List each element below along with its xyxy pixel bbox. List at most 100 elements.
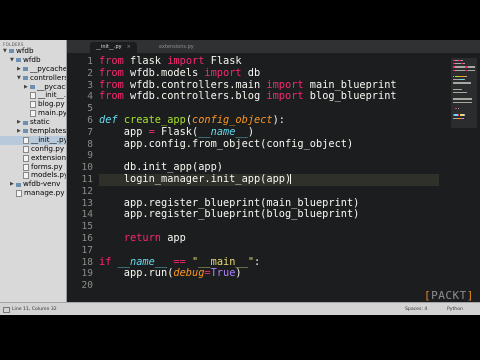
code-token: main_blueprint <box>303 78 397 91</box>
line-number: 10 <box>81 162 93 174</box>
line-number: 17 <box>81 244 93 256</box>
tree-item-label: __pycache__ <box>37 81 66 91</box>
disclosure-closed-icon[interactable]: ▶ <box>17 65 21 74</box>
file-icon <box>23 172 29 180</box>
line-number: 7 <box>87 126 93 138</box>
code-token: import <box>266 90 304 103</box>
code-token: wfdb.models <box>123 66 205 79</box>
tree-item-label: static <box>30 117 50 127</box>
line-number: 11 <box>81 173 93 185</box>
letterbox-bottom <box>0 315 480 360</box>
tab-label: extensions.py <box>159 44 194 50</box>
video-frame: FOLDERS ▼wfdb▼wfdb▶__pycache__▼controlle… <box>0 0 480 360</box>
code-token: ) <box>235 267 242 280</box>
line-number: 15 <box>81 221 93 233</box>
line-number: 9 <box>87 150 93 162</box>
letterbox-top <box>0 0 480 40</box>
line-number: 6 <box>87 114 93 126</box>
disclosure-open-icon[interactable]: ▼ <box>10 56 14 65</box>
minimap[interactable] <box>451 58 477 128</box>
code-token: flask <box>123 55 168 67</box>
code-token: config_object <box>192 113 273 126</box>
line-number: 19 <box>81 268 93 280</box>
code-token: wfdb.controllers.main <box>123 78 267 91</box>
code-token: from <box>99 66 124 79</box>
code-line[interactable]: app.register_blueprint(blog_blueprint) <box>99 208 439 221</box>
tree-item-label: templates <box>30 126 67 136</box>
code-token: app <box>99 125 149 138</box>
tab-extensions-py[interactable]: extensions.py <box>153 42 200 53</box>
close-tab-icon[interactable]: × <box>127 44 131 50</box>
disclosure-closed-icon[interactable]: ▶ <box>24 83 28 92</box>
minimap-segment <box>465 76 467 78</box>
code-token: ) <box>247 125 255 138</box>
file-tree: ▼wfdb▼wfdb▶__pycache__▼controllers▶__pyc… <box>0 46 67 198</box>
tree-item[interactable]: manage.py <box>0 188 66 198</box>
disclosure-closed-icon[interactable]: ▶ <box>17 127 21 136</box>
line-number: 4 <box>87 91 93 103</box>
panel-toggle-icon[interactable] <box>3 307 10 313</box>
code-line[interactable]: login_manager.init_app(app) <box>99 172 439 186</box>
code-token: app.register_blueprint(blog_blueprint) <box>99 208 360 221</box>
folder-icon <box>23 120 28 125</box>
tab-init-py[interactable]: __init__.py × <box>90 42 137 53</box>
disclosure-closed-icon[interactable]: ▶ <box>10 180 14 189</box>
code-token: import <box>204 66 242 79</box>
line-number: 20 <box>81 280 93 292</box>
code-token: app.register_blueprint(main_blueprint) <box>99 196 360 209</box>
code-token: create_app <box>123 113 186 126</box>
disclosure-open-icon[interactable]: ▼ <box>17 74 21 83</box>
line-number: 2 <box>87 67 93 79</box>
code-line[interactable]: app.config.from_object(config_object) <box>99 137 439 151</box>
code-token: Flask <box>204 55 242 67</box>
line-number: 16 <box>81 232 93 244</box>
code-token: if <box>99 255 112 268</box>
minimap-segment <box>463 63 465 65</box>
code-token: from <box>99 90 124 103</box>
tree-item-label: wfdb-venv <box>23 179 61 189</box>
line-number: 18 <box>81 256 93 268</box>
minimap-segment <box>453 92 467 94</box>
file-icon <box>30 92 36 100</box>
disclosure-open-icon[interactable]: ▼ <box>3 47 7 56</box>
folder-icon <box>30 85 35 90</box>
code-token: login_manager.init_app(app) <box>99 172 292 185</box>
code-token: Flask( <box>154 125 199 138</box>
code-token: ): <box>272 113 286 126</box>
code-token: "__main__" <box>192 255 255 268</box>
code-token: == <box>173 255 186 268</box>
disclosure-closed-icon[interactable]: ▶ <box>17 118 21 127</box>
tab-label: __init__.py <box>96 44 122 50</box>
line-number: 14 <box>81 209 93 221</box>
file-icon <box>23 136 29 144</box>
tab-bar: __init__.py × extensions.py <box>67 40 480 53</box>
tree-item-label: controllers <box>30 72 67 82</box>
code-token: blog_blueprint <box>303 90 397 103</box>
file-icon <box>23 145 29 153</box>
tree-item-label: extensions.py <box>31 152 67 162</box>
line-number: 13 <box>81 197 93 209</box>
folder-icon <box>16 182 21 187</box>
minimap-segment <box>453 82 472 84</box>
editor[interactable]: __init__.py × extensions.py 1 2 3 4 5 6 7 8 9 10 11… <box>67 40 480 302</box>
folder-icon <box>23 67 28 72</box>
status-bar: Line 11, Column 32 Spaces: 4 Python <box>0 302 480 316</box>
minimap-segment <box>467 69 475 71</box>
code-line[interactable]: app.run(debug=True) <box>99 267 439 280</box>
tree-item-label: __init__.py <box>31 134 67 144</box>
minimap-segment <box>460 60 464 62</box>
text-cursor <box>290 173 292 184</box>
packt-logo: [PACKT] <box>424 289 474 302</box>
code-token: app <box>161 231 186 244</box>
code-line[interactable]: from wfdb.controllers.blog import blog_b… <box>99 90 439 103</box>
minimap-segment <box>467 66 475 68</box>
code-area[interactable]: from flask import Flask from wfdb.models … <box>99 55 439 292</box>
code-token: debug <box>173 267 205 280</box>
code-line[interactable]: return app <box>99 231 439 245</box>
tree-item-label: forms.py <box>31 161 63 171</box>
minimap-segment <box>454 66 466 68</box>
code-token: import <box>167 55 205 67</box>
tree-item-label: config.py <box>31 143 65 153</box>
code-line[interactable] <box>99 280 439 292</box>
code-token: app.config.from_object(config_object) <box>99 137 354 150</box>
